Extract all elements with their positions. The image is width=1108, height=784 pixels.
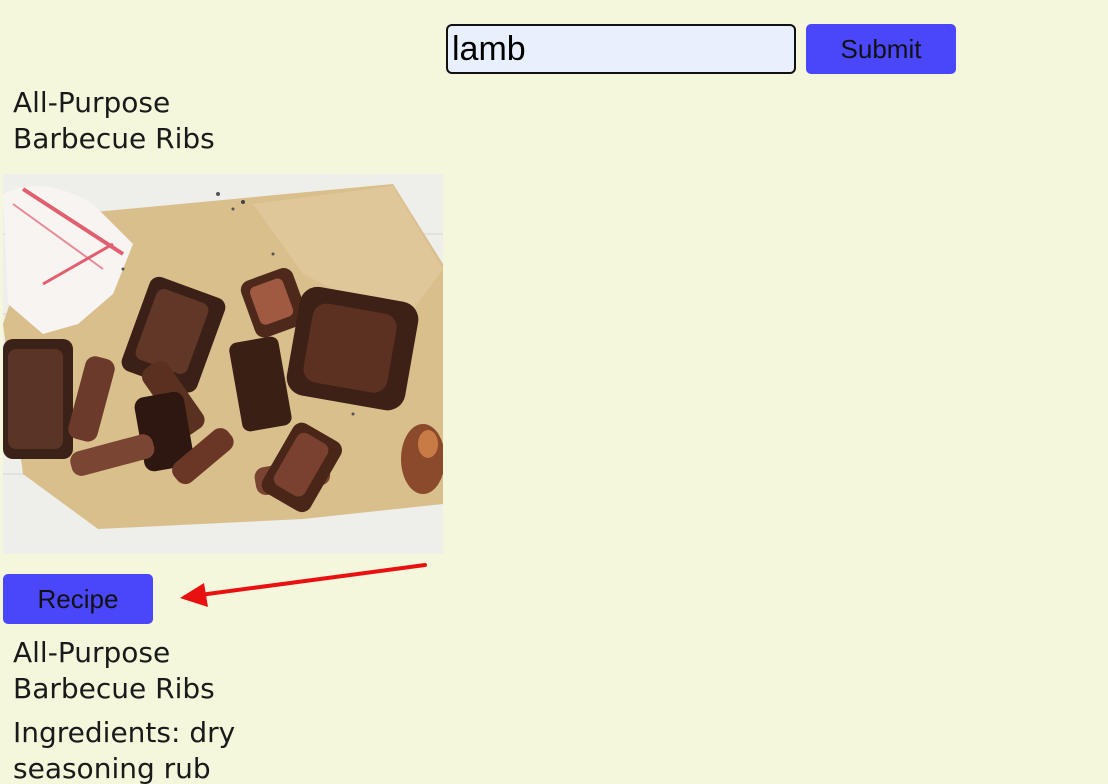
recipe-detail-title: All-Purpose Barbecue Ribs: [13, 636, 215, 705]
search-form: Submit: [446, 24, 956, 74]
page: Submit All-Purpose Barbecue Ribs: [0, 0, 1108, 784]
barbecue-ribs-photo: [3, 174, 443, 554]
recipe-ingredients: Ingredients: dry seasoning rub: [13, 716, 236, 784]
recipe-image: [3, 174, 443, 554]
recipe-button[interactable]: Recipe: [3, 574, 153, 624]
recipe-title: All-Purpose Barbecue Ribs: [13, 86, 215, 155]
red-arrow-icon: [180, 563, 427, 607]
search-input[interactable]: [446, 24, 796, 74]
submit-button[interactable]: Submit: [806, 24, 956, 74]
